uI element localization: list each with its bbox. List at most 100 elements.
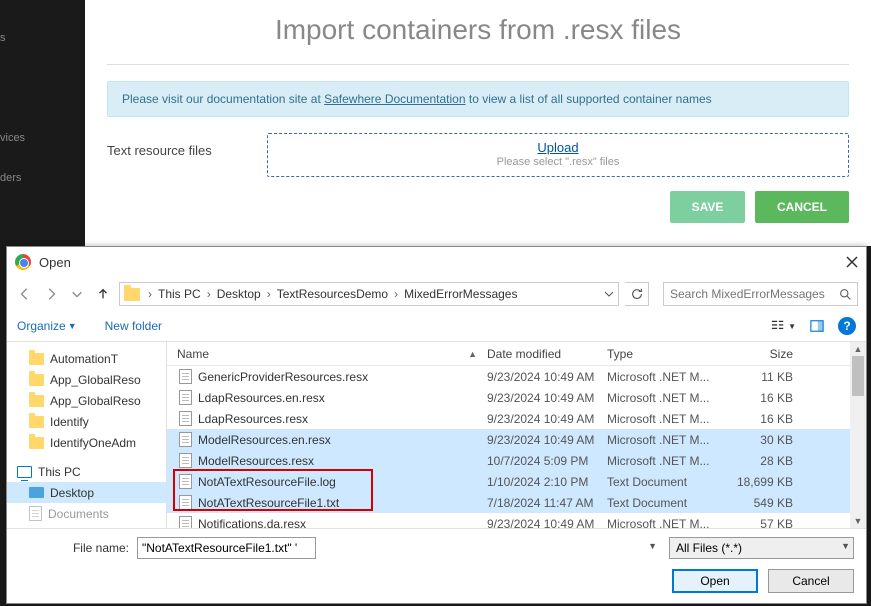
file-size: 549 KB xyxy=(723,496,803,510)
scroll-thumb[interactable] xyxy=(852,356,864,396)
refresh-button[interactable] xyxy=(625,282,649,306)
file-row[interactable]: NotATextResourceFile1.txt7/18/2024 11:47… xyxy=(167,492,866,513)
upload-link[interactable]: Upload xyxy=(268,140,848,155)
forward-button[interactable] xyxy=(41,284,61,304)
search-box[interactable] xyxy=(663,282,858,306)
file-icon xyxy=(179,474,192,489)
chevron-down-icon[interactable]: ▼ xyxy=(841,541,850,551)
chevron-right-icon[interactable]: › xyxy=(265,287,273,301)
tree-this-pc[interactable]: This PC xyxy=(7,461,166,482)
upload-dropzone[interactable]: Upload Please select ".resx" files xyxy=(267,133,849,177)
file-row[interactable]: LdapResources.en.resx 9/23/2024 10:49 AMM… xyxy=(167,387,866,408)
dialog-cancel-button[interactable]: Cancel xyxy=(768,569,854,593)
file-icon xyxy=(179,453,192,468)
file-type: Text Document xyxy=(607,496,723,510)
chevron-right-icon[interactable]: › xyxy=(392,287,400,301)
breadcrumb[interactable]: This PC xyxy=(156,287,203,301)
info-text-pre: Please visit our documentation site at xyxy=(122,92,324,106)
folder-tree[interactable]: AutomationT App_GlobalReso App_GlobalRes… xyxy=(7,342,167,528)
up-button[interactable] xyxy=(93,284,113,304)
help-button[interactable]: ? xyxy=(838,317,856,335)
file-row[interactable]: GenericProviderResources.resx9/23/2024 1… xyxy=(167,366,866,387)
file-name: Notifications.da.resx xyxy=(198,517,306,529)
file-row[interactable]: LdapResources.resx9/23/2024 10:49 AMMicr… xyxy=(167,408,866,429)
tree-item[interactable]: Identify xyxy=(7,411,166,432)
search-icon[interactable] xyxy=(833,288,857,301)
file-row[interactable]: NotATextResourceFile.log 1/10/2024 2:10 P… xyxy=(167,471,866,492)
file-type: Microsoft .NET M... xyxy=(607,433,723,447)
file-name: LdapResources.en.resx xyxy=(198,391,325,405)
col-size[interactable]: Size xyxy=(723,347,803,361)
tree-item[interactable]: AutomationT xyxy=(7,348,166,369)
file-icon xyxy=(179,411,192,426)
column-headers[interactable]: Name▲ Date modified Type Size xyxy=(167,342,866,366)
file-name: NotATextResourceFile1.txt xyxy=(198,496,339,510)
file-date: 9/23/2024 10:49 AM xyxy=(487,391,607,405)
cancel-button[interactable]: CANCEL xyxy=(755,191,849,223)
scrollbar[interactable]: ▲ ▼ xyxy=(850,342,866,528)
bg-item: s xyxy=(0,18,85,58)
desktop-icon xyxy=(29,487,44,498)
chevron-right-icon[interactable]: › xyxy=(146,287,154,301)
tree-item[interactable]: IdentifyOneAdm xyxy=(7,432,166,453)
folder-icon xyxy=(124,288,140,301)
scroll-down-icon[interactable]: ▼ xyxy=(850,514,866,528)
organize-menu[interactable]: Organize ▼ xyxy=(17,319,77,333)
back-button[interactable] xyxy=(15,284,35,304)
tree-item[interactable]: App_GlobalReso xyxy=(7,390,166,411)
open-button[interactable]: Open xyxy=(672,569,758,593)
file-type: Microsoft .NET M... xyxy=(607,370,723,384)
file-icon xyxy=(179,369,192,384)
col-type[interactable]: Type xyxy=(607,347,723,361)
address-bar[interactable]: › This PC › Desktop › TextResourcesDemo … xyxy=(119,282,619,306)
close-button[interactable] xyxy=(846,256,858,268)
bg-item: vices xyxy=(0,118,85,158)
file-size: 57 KB xyxy=(723,517,803,529)
file-name-input[interactable] xyxy=(137,537,316,559)
file-row[interactable]: ModelResources.resx10/7/2024 5:09 PMMicr… xyxy=(167,450,866,471)
file-date: 9/23/2024 10:49 AM xyxy=(487,370,607,384)
divider xyxy=(107,64,849,65)
folder-icon xyxy=(29,353,44,365)
search-input[interactable] xyxy=(664,287,833,301)
folder-icon xyxy=(29,374,44,386)
documentation-link[interactable]: Safewhere Documentation xyxy=(324,92,465,106)
file-type: Microsoft .NET M... xyxy=(607,517,723,529)
file-row[interactable]: ModelResources.en.resx9/23/2024 10:49 AM… xyxy=(167,429,866,450)
file-type: Microsoft .NET M... xyxy=(607,391,723,405)
file-type: Text Document xyxy=(607,475,723,489)
file-date: 9/23/2024 10:49 AM xyxy=(487,433,607,447)
chrome-icon xyxy=(15,254,31,270)
file-type-filter[interactable] xyxy=(669,537,854,559)
file-name: ModelResources.resx xyxy=(198,454,314,468)
modal-title: Import containers from .resx files xyxy=(85,0,871,64)
breadcrumb[interactable]: TextResourcesDemo xyxy=(275,287,390,301)
breadcrumb[interactable]: MixedErrorMessages xyxy=(402,287,519,301)
chevron-down-icon[interactable]: ▼ xyxy=(648,541,657,551)
view-options[interactable]: ▼ xyxy=(771,319,796,333)
new-folder-button[interactable]: New folder xyxy=(105,319,162,333)
file-name: NotATextResourceFile.log xyxy=(198,475,336,489)
preview-pane-toggle[interactable] xyxy=(810,319,824,333)
breadcrumb[interactable]: Desktop xyxy=(215,287,263,301)
document-icon xyxy=(29,506,42,521)
tree-item[interactable]: App_GlobalReso xyxy=(7,369,166,390)
file-date: 1/10/2024 2:10 PM xyxy=(487,475,607,489)
scroll-up-icon[interactable]: ▲ xyxy=(850,342,866,356)
tree-desktop[interactable]: Desktop xyxy=(7,482,166,503)
dialog-title: Open xyxy=(39,255,846,270)
pc-icon xyxy=(17,466,32,478)
file-row[interactable]: Notifications.da.resx9/23/2024 10:49 AMM… xyxy=(167,513,866,528)
recent-dropdown[interactable] xyxy=(67,284,87,304)
file-open-dialog: Open › This PC › Desktop › TextResources… xyxy=(6,246,867,604)
col-date[interactable]: Date modified xyxy=(487,347,607,361)
info-text-post: to view a list of all supported containe… xyxy=(466,92,712,106)
file-type: Microsoft .NET M... xyxy=(607,412,723,426)
background-sidebar: s vices ders xyxy=(0,0,85,246)
col-name[interactable]: Name▲ xyxy=(167,347,487,361)
chevron-right-icon[interactable]: › xyxy=(205,287,213,301)
tree-documents[interactable]: Documents xyxy=(7,503,166,524)
address-dropdown[interactable] xyxy=(604,289,614,299)
save-button[interactable]: SAVE xyxy=(670,191,746,223)
import-modal: Import containers from .resx files Pleas… xyxy=(85,0,871,246)
